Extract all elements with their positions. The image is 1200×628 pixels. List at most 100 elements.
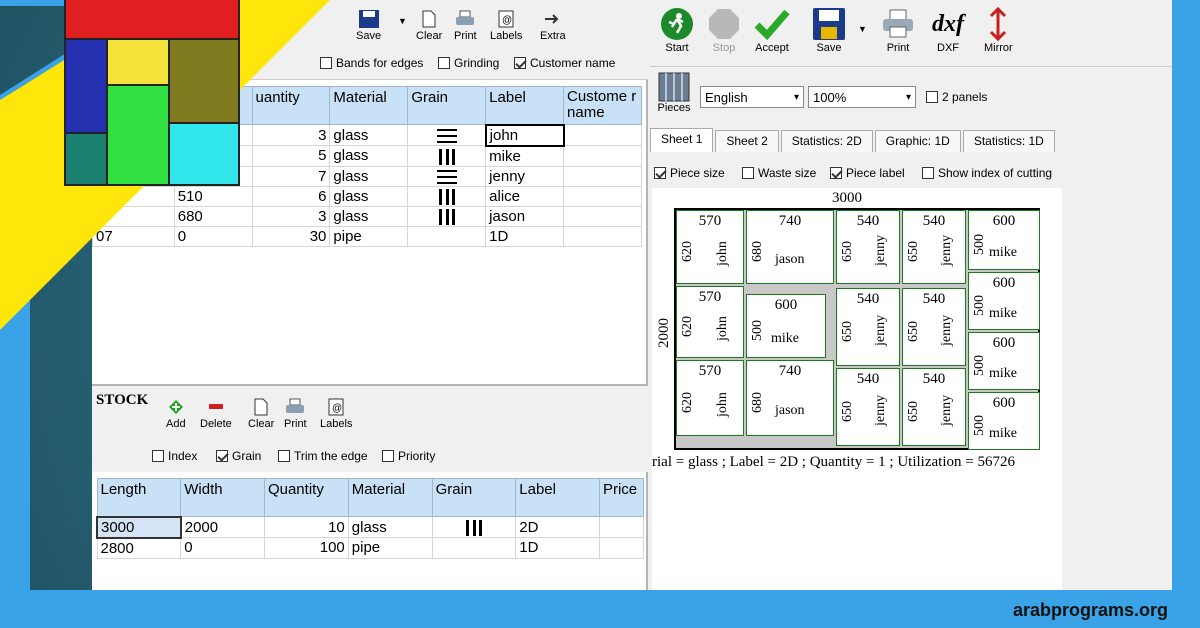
- material-cell[interactable]: glass: [329, 145, 409, 167]
- length-cell[interactable]: 3000: [96, 515, 182, 539]
- right-print-button[interactable]: Print: [882, 6, 914, 54]
- priority-box[interactable]: [382, 450, 394, 462]
- stock-labels-button[interactable]: @ Labels: [320, 396, 352, 430]
- table-row[interactable]: 3000 2000 10 glass 2D: [96, 515, 645, 539]
- label-cell[interactable]: jenny: [485, 165, 565, 187]
- grain-cell[interactable]: [407, 124, 487, 146]
- cut-piece[interactable]: 600 500 mike: [968, 332, 1040, 390]
- zoom-select[interactable]: 100% ▾: [808, 86, 916, 108]
- cut-piece[interactable]: 600 500 mike: [968, 392, 1040, 450]
- material-cell[interactable]: glass: [329, 205, 409, 227]
- col-material-header[interactable]: Material: [347, 478, 433, 517]
- material-cell[interactable]: glass: [347, 516, 433, 538]
- table-row[interactable]: 2800 0 100 pipe 1D: [96, 537, 645, 559]
- grain-cell[interactable]: [431, 537, 517, 559]
- col-length-header[interactable]: Length: [96, 478, 182, 517]
- cut-piece[interactable]: 540 650 jenny: [836, 210, 900, 284]
- clear-button[interactable]: Clear: [416, 8, 442, 42]
- cut-piece[interactable]: 540 650 jenny: [836, 368, 900, 446]
- priority-checkbox[interactable]: Priority: [382, 449, 435, 463]
- show-index-checkbox[interactable]: Show index of cutting: [922, 166, 1052, 180]
- grinding-box[interactable]: [438, 57, 450, 69]
- waste-size-checkbox[interactable]: Waste size: [742, 166, 816, 180]
- material-cell[interactable]: glass: [329, 165, 409, 187]
- price-cell[interactable]: [598, 537, 645, 559]
- print-button[interactable]: Print: [454, 8, 477, 42]
- col-width-header[interactable]: Width: [180, 478, 265, 517]
- tab-statistics-2d[interactable]: Statistics: 2D: [780, 130, 873, 152]
- col-quantity-header[interactable]: Quantity: [263, 478, 349, 517]
- stock-clear-button[interactable]: Clear: [248, 396, 274, 430]
- bands-checkbox[interactable]: Bands for edges: [320, 56, 423, 70]
- trim-box[interactable]: [278, 450, 290, 462]
- stop-button[interactable]: Stop: [708, 6, 740, 54]
- grinding-checkbox[interactable]: Grinding: [438, 56, 499, 70]
- customer-cell[interactable]: [563, 165, 642, 187]
- material-cell[interactable]: glass: [329, 185, 409, 207]
- customer-cell[interactable]: [563, 225, 642, 247]
- qty-cell[interactable]: 100: [263, 537, 349, 559]
- customer-cell[interactable]: [563, 185, 642, 207]
- stock-print-button[interactable]: Print: [284, 396, 307, 430]
- piece-size-box[interactable]: [654, 167, 666, 179]
- cut-piece[interactable]: 740 680 jason: [746, 210, 834, 284]
- language-select[interactable]: English ▾: [700, 86, 804, 108]
- show-index-box[interactable]: [922, 167, 934, 179]
- extra-button[interactable]: Extra: [540, 8, 566, 42]
- col-label-header[interactable]: Label: [515, 478, 600, 517]
- piece-label-box[interactable]: [830, 167, 842, 179]
- index-box[interactable]: [152, 450, 164, 462]
- dxf-button[interactable]: dxf DXF: [932, 6, 964, 55]
- trim-checkbox[interactable]: Trim the edge: [278, 449, 368, 463]
- cut-piece[interactable]: 570 620 john: [676, 210, 744, 284]
- label-cell[interactable]: alice: [485, 185, 565, 207]
- tab-sheet-1[interactable]: Sheet 1: [650, 128, 714, 152]
- price-cell[interactable]: [598, 516, 645, 538]
- tab-statistics-1d[interactable]: Statistics: 1D: [962, 130, 1055, 152]
- col-label-header[interactable]: Label: [485, 86, 565, 125]
- grain-cell[interactable]: [407, 165, 487, 187]
- grain-cell[interactable]: [407, 145, 487, 167]
- material-cell[interactable]: pipe: [329, 225, 409, 247]
- material-cell[interactable]: glass: [329, 124, 409, 146]
- col-customer-header[interactable]: Custome r name: [563, 86, 642, 125]
- customer-checkbox[interactable]: Customer name: [514, 56, 615, 70]
- customer-cell[interactable]: [563, 124, 642, 146]
- cut-piece[interactable]: 540 650 jenny: [902, 210, 966, 284]
- tab-sheet-2[interactable]: Sheet 2: [715, 130, 779, 152]
- cut-piece[interactable]: 570 620 john: [676, 286, 744, 358]
- label-cell[interactable]: 1D: [515, 537, 600, 559]
- grain-cell[interactable]: [431, 516, 517, 538]
- cut-piece[interactable]: 740 680 jason: [746, 360, 834, 436]
- piece-size-checkbox[interactable]: Piece size: [654, 166, 725, 180]
- grain-cell[interactable]: [407, 205, 487, 227]
- material-cell[interactable]: pipe: [347, 537, 433, 559]
- grain-cell[interactable]: [407, 225, 487, 247]
- cut-piece[interactable]: 600 500 mike: [968, 272, 1040, 330]
- customer-cell[interactable]: [563, 145, 642, 167]
- mirror-button[interactable]: Mirror: [984, 6, 1013, 54]
- label-cell[interactable]: 2D: [515, 516, 600, 538]
- add-button[interactable]: Add: [166, 396, 186, 430]
- waste-size-box[interactable]: [742, 167, 754, 179]
- save-button[interactable]: Save: [356, 8, 381, 42]
- save-dropdown-icon[interactable]: ▼: [398, 16, 407, 26]
- cut-piece[interactable]: 600 500 mike: [746, 294, 826, 358]
- pieces-button[interactable]: Pieces: [654, 72, 694, 114]
- col-grain-header[interactable]: Grain: [407, 86, 487, 125]
- col-grain-header[interactable]: Grain: [431, 478, 517, 517]
- label-cell[interactable]: 1D: [485, 225, 565, 247]
- two-panels-checkbox[interactable]: 2 panels: [926, 90, 987, 104]
- save-dropdown-icon[interactable]: ▼: [858, 24, 867, 34]
- cutting-board[interactable]: 570 620 john 740 680 jason 540 650 jenny 540 650 je…: [674, 208, 1040, 450]
- label-cell[interactable]: mike: [485, 145, 565, 167]
- two-panels-box[interactable]: [926, 91, 938, 103]
- accept-button[interactable]: Accept: [754, 6, 790, 54]
- customer-cell[interactable]: [563, 205, 642, 227]
- cut-piece[interactable]: 570 620 john: [676, 360, 744, 436]
- index-checkbox[interactable]: Index: [152, 449, 197, 463]
- width-cell[interactable]: 2000: [180, 516, 265, 538]
- cut-piece[interactable]: 540 650 jenny: [836, 288, 900, 366]
- labels-button[interactable]: @ Labels: [490, 8, 522, 42]
- col-price-header[interactable]: Price: [598, 478, 645, 517]
